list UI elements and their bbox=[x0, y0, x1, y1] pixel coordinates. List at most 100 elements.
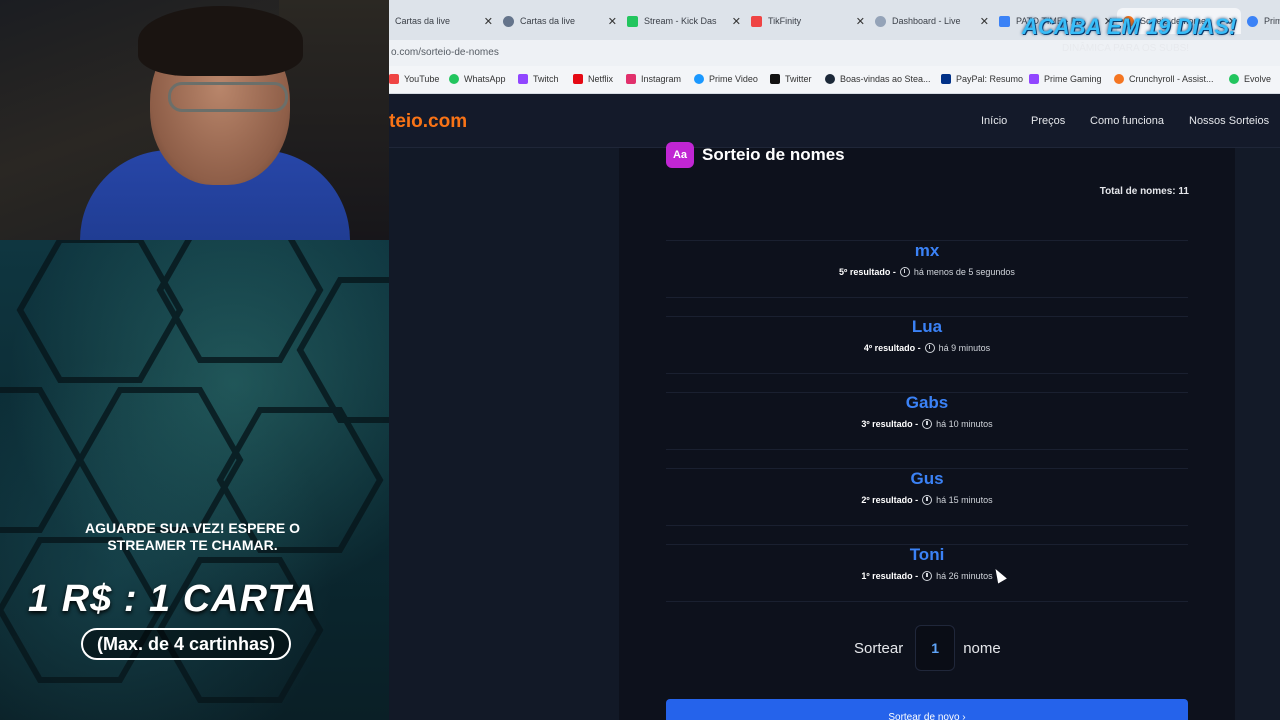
nav-nossos-sorteios[interactable]: Nossos Sorteios bbox=[1189, 115, 1269, 127]
nav-precos[interactable]: Preços bbox=[1031, 115, 1065, 127]
tab-label: Stream - Kick Das bbox=[644, 16, 717, 26]
decorative-pattern-right bbox=[1235, 148, 1280, 720]
tab-label: Cartas da live bbox=[520, 16, 576, 26]
page-title: Sorteio de nomes bbox=[702, 145, 845, 164]
tab-label: Cartas da live bbox=[395, 16, 451, 26]
twitter-icon bbox=[770, 74, 780, 84]
wait-message: AGUARDE SUA VEZ! ESPERE O STREAMER TE CH… bbox=[85, 520, 300, 553]
clock-icon bbox=[924, 343, 935, 353]
tab-label: Dashboard - Live bbox=[892, 16, 961, 26]
clock-icon bbox=[922, 571, 933, 581]
bookmark-label: Instagram bbox=[641, 74, 682, 84]
bookmark-label: Prime Video bbox=[709, 74, 758, 84]
bookmark-paypal[interactable]: PayPal: Resumo bbox=[941, 74, 1023, 84]
bookmark-prime-video[interactable]: Prime Video bbox=[694, 74, 758, 84]
result-position: 1º resultado - bbox=[861, 571, 919, 581]
price-text: 1 R$ : 1 CARTA bbox=[28, 578, 318, 620]
close-icon[interactable]: ✕ bbox=[856, 15, 865, 28]
bookmark-label: Crunchyroll - Assist... bbox=[1129, 74, 1214, 84]
result-meta: 2º resultado - há 15 minutos bbox=[666, 495, 1188, 505]
close-icon[interactable]: ✕ bbox=[608, 15, 617, 28]
prime-icon bbox=[1247, 15, 1258, 27]
result-time: há 15 minutos bbox=[936, 495, 993, 505]
netflix-icon bbox=[573, 74, 583, 84]
bookmark-twitter[interactable]: Twitter bbox=[770, 74, 812, 84]
bookmarks-bar: YouTube WhatsApp Twitch Netflix Instagra… bbox=[389, 66, 1280, 94]
draw-card: Aa Sorteio de nomes Total de nomes: 11 m… bbox=[619, 142, 1235, 720]
clock-icon bbox=[899, 267, 910, 277]
draw-count-row: Sortear nome bbox=[854, 625, 1001, 671]
close-icon[interactable]: ✕ bbox=[732, 15, 741, 28]
tab-cartas-2[interactable]: Cartas da live ✕ bbox=[497, 8, 621, 34]
result-name: Lua bbox=[911, 317, 943, 336]
kick-icon bbox=[627, 15, 638, 27]
result-meta: 5º resultado - há menos de 5 segundos bbox=[666, 267, 1188, 277]
tab-dashboard[interactable]: Dashboard - Live ✕ bbox=[869, 8, 993, 34]
bookmark-label: WhatsApp bbox=[464, 74, 506, 84]
url-text: o.com/sorteio-de-nomes bbox=[391, 47, 499, 58]
result-time: há menos de 5 segundos bbox=[913, 267, 1015, 277]
close-icon[interactable]: ✕ bbox=[980, 15, 989, 28]
result-item: Toni 1º resultado - há 26 minutos bbox=[666, 544, 1188, 602]
bookmark-instagram[interactable]: Instagram bbox=[626, 74, 681, 84]
result-name: Toni bbox=[909, 545, 945, 564]
webcam-feed bbox=[0, 0, 389, 240]
close-icon[interactable]: ✕ bbox=[484, 15, 493, 28]
bookmark-label: Prime Gaming bbox=[1044, 74, 1102, 84]
max-cards-badge: (Max. de 4 cartinhas) bbox=[81, 628, 291, 660]
bookmark-evolve[interactable]: Evolve bbox=[1229, 74, 1271, 84]
result-meta: 1º resultado - há 26 minutos bbox=[666, 571, 1188, 581]
tab-tikfinity[interactable]: TikFinity ✕ bbox=[745, 8, 869, 34]
crunchyroll-icon bbox=[1114, 74, 1124, 84]
bookmark-label: Netflix bbox=[588, 74, 614, 84]
docs-icon bbox=[999, 15, 1010, 27]
result-name: Gabs bbox=[905, 393, 949, 412]
globe-icon bbox=[503, 15, 514, 27]
site-logo[interactable]: teio.com bbox=[389, 111, 467, 133]
nav-como-funciona[interactable]: Como funciona bbox=[1090, 115, 1164, 127]
draw-title-row: Aa Sorteio de nomes bbox=[666, 142, 845, 168]
tab-prime[interactable]: Prim bbox=[1241, 8, 1280, 34]
tab-cartas-1[interactable]: Cartas da live ✕ bbox=[389, 8, 497, 34]
site-header: teio.com Início Preços Como funciona Nos… bbox=[389, 94, 1280, 148]
paypal-icon bbox=[941, 74, 951, 84]
bookmark-whatsapp[interactable]: WhatsApp bbox=[449, 74, 506, 84]
bookmark-crunchyroll[interactable]: Crunchyroll - Assist... bbox=[1114, 74, 1214, 84]
draw-unit-label: nome bbox=[963, 639, 1001, 657]
page-content: Aa Sorteio de nomes Total de nomes: 11 m… bbox=[389, 142, 1280, 720]
result-position: 3º resultado - bbox=[861, 419, 919, 429]
clock-icon bbox=[922, 495, 933, 505]
prime-video-icon bbox=[694, 74, 704, 84]
stream-overlay: AGUARDE SUA VEZ! ESPERE O STREAMER TE CH… bbox=[0, 0, 389, 720]
draw-label: Sortear bbox=[854, 639, 904, 657]
result-time: há 10 minutos bbox=[936, 419, 993, 429]
youtube-icon bbox=[389, 74, 399, 84]
result-item: Gus 2º resultado - há 15 minutos bbox=[666, 468, 1188, 526]
promo-title: ACABA EM 19 DIAS! bbox=[1022, 14, 1237, 39]
bookmark-prime-gaming[interactable]: Prime Gaming bbox=[1029, 74, 1102, 84]
bookmark-label: Twitch bbox=[533, 74, 559, 84]
bookmark-netflix[interactable]: Netflix bbox=[573, 74, 613, 84]
tab-kick[interactable]: Stream - Kick Das ✕ bbox=[621, 8, 745, 34]
whatsapp-icon bbox=[449, 74, 459, 84]
nav-inicio[interactable]: Início bbox=[981, 115, 1007, 127]
tab-label: Prim bbox=[1264, 16, 1280, 26]
bookmark-youtube[interactable]: YouTube bbox=[389, 74, 439, 84]
screen: AGUARDE SUA VEZ! ESPERE O STREAMER TE CH… bbox=[0, 0, 1280, 720]
bookmark-label: YouTube bbox=[404, 74, 440, 84]
draw-again-button[interactable]: Sortear de novo › bbox=[666, 699, 1188, 720]
result-item: Gabs 3º resultado - há 10 minutos bbox=[666, 392, 1188, 450]
bookmark-steam[interactable]: Boas-vindas ao Stea... bbox=[825, 74, 931, 84]
dashboard-icon bbox=[875, 15, 886, 27]
clock-icon bbox=[922, 419, 933, 429]
evolve-icon bbox=[1229, 74, 1239, 84]
result-item: mx 5º resultado - há menos de 5 segundos bbox=[666, 240, 1188, 298]
streamer-glasses bbox=[168, 82, 288, 112]
result-name: mx bbox=[914, 241, 940, 260]
result-item: Lua 4º resultado - há 9 minutos bbox=[666, 316, 1188, 374]
total-names: Total de nomes: 11 bbox=[1099, 186, 1189, 197]
tab-label: TikFinity bbox=[768, 16, 802, 26]
bookmark-twitch[interactable]: Twitch bbox=[518, 74, 559, 84]
draw-count-input[interactable] bbox=[915, 625, 956, 671]
result-meta: 4º resultado - há 9 minutos bbox=[666, 343, 1188, 353]
